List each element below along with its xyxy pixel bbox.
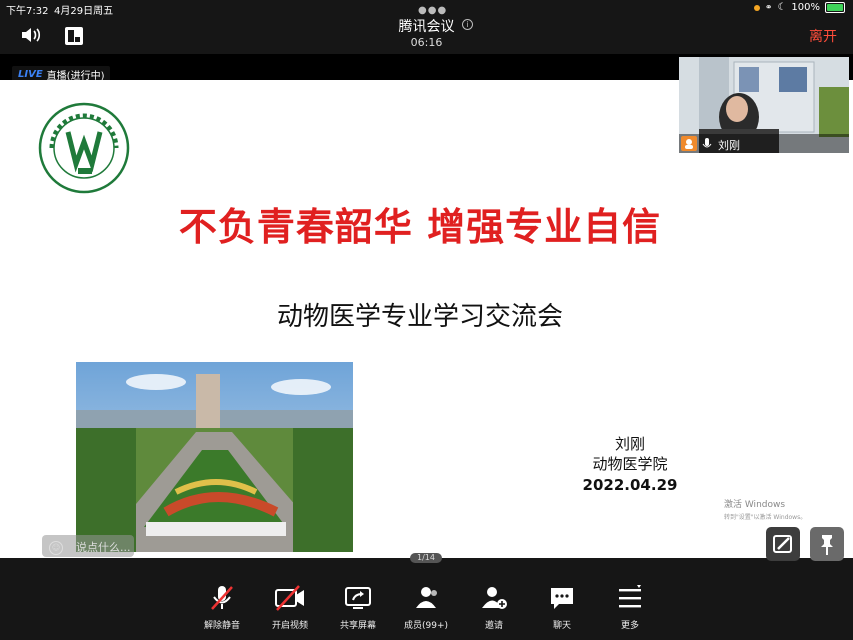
start-video-label: 开启视频: [271, 621, 308, 631]
presenter-name: 刘刚: [614, 435, 645, 453]
slide-subtitle: 动物医学专业学习交流会: [276, 302, 563, 332]
start-video-button[interactable]: 开启视频: [260, 584, 320, 631]
live-tag: LIVE: [18, 68, 43, 80]
presenter-block: 刘刚 动物医学院: [550, 434, 710, 474]
emoji-icon[interactable]: ☺: [49, 541, 63, 555]
pin-icon: [821, 535, 833, 555]
unmute-label: 解除静音: [203, 621, 240, 631]
video-off-icon: [275, 585, 304, 611]
invite-icon: [482, 587, 507, 609]
battery-percent: 100%: [791, 2, 820, 13]
share-screen-icon: [345, 587, 371, 609]
status-time: 下午7:32: [6, 6, 49, 17]
page-indicator: 1/14: [410, 553, 442, 563]
battery-icon: [825, 2, 845, 13]
share-screen-label: 共享屏幕: [339, 621, 376, 631]
invite-label: 邀请: [484, 621, 503, 631]
unmute-button[interactable]: 解除静音: [192, 584, 252, 631]
leave-button[interactable]: 离开: [809, 26, 837, 46]
members-button[interactable]: 成员(99+): [396, 584, 456, 631]
meeting-timer: 06:16: [410, 36, 443, 49]
participant-label-bar: [679, 134, 849, 153]
university-logo: [38, 102, 130, 194]
chat-icon: [551, 588, 573, 609]
campus-photo: [76, 362, 353, 552]
chat-button[interactable]: 聊天: [532, 584, 592, 631]
status-indicators: ⚭ ☾ 100%: [753, 2, 845, 13]
more-icon: [619, 585, 641, 608]
members-icon: [416, 587, 437, 608]
windows-watermark-sub: 转到"设置"以激活 Windows。: [724, 514, 807, 521]
chat-label: 聊天: [552, 621, 571, 631]
presenter-college: 动物医学院: [592, 455, 668, 473]
speaker-icon[interactable]: [20, 26, 42, 48]
annotate-icon: [773, 535, 792, 553]
share-screen-button[interactable]: 共享屏幕: [328, 584, 388, 631]
slide-title: 不负青春韶华 增强专业自信: [178, 205, 662, 249]
link-icon: ⚭: [764, 2, 773, 13]
layout-switch-icon[interactable]: [64, 26, 84, 50]
windows-watermark: 激活 Windows: [724, 500, 786, 510]
more-dots-icon[interactable]: ●●●: [418, 5, 447, 16]
recording-dot-icon: [753, 4, 760, 11]
presentation-date: 2022.04.29: [582, 476, 678, 494]
info-icon[interactable]: i: [462, 19, 473, 30]
battery-fill: [827, 4, 843, 11]
mic-muted-icon: [211, 586, 233, 610]
annotate-button[interactable]: [766, 527, 800, 561]
pin-button[interactable]: [810, 527, 844, 561]
invite-button[interactable]: 邀请: [464, 584, 524, 631]
more-button[interactable]: 更多: [600, 584, 660, 631]
chat-placeholder: 说点什么...: [76, 541, 131, 554]
meeting-title: 腾讯会议: [398, 19, 455, 35]
participant-name: 刘刚: [718, 139, 740, 152]
status-date: 4月29日周五: [54, 6, 114, 17]
more-label: 更多: [620, 621, 639, 631]
moon-icon: ☾: [777, 2, 787, 13]
members-label: 成员(99+): [403, 621, 449, 631]
